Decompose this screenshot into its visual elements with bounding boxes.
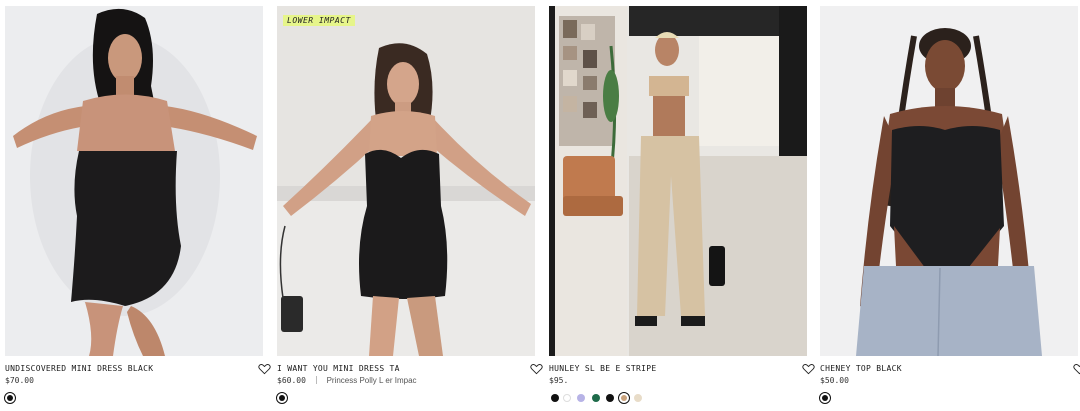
swatch-black[interactable] [551, 394, 559, 402]
swatch-selected[interactable] [4, 392, 16, 404]
product-name[interactable]: UNDISCOVERED MINI DRESS BLACK [5, 363, 245, 374]
product-info: CHENEY TOP BLACK $50.00 [820, 363, 1080, 386]
price-row: $60.00 Princess Polly L er Impac [277, 375, 535, 386]
swatch-white[interactable] [563, 394, 571, 402]
heart-outline-icon[interactable] [530, 363, 543, 375]
product-image[interactable] [549, 6, 807, 356]
swatch-selected[interactable] [618, 392, 630, 404]
product-card[interactable]: CHENEY TOP BLACK $50.00 [819, 6, 1080, 406]
product-image[interactable] [5, 6, 263, 356]
heart-outline-icon[interactable] [258, 363, 271, 375]
product-image[interactable]: LOWER IMPACT [277, 6, 535, 356]
product-tag: Princess Polly L er Impac [326, 376, 417, 385]
heart-outline-icon[interactable] [1073, 363, 1080, 375]
product-info: HUNLEY SL BE E STRIPE $95. [549, 363, 815, 386]
product-price: $70.00 [5, 376, 34, 385]
product-info: I WANT YOU MINI DRESS TA $60.00 Princess… [277, 363, 543, 386]
swatch-selected[interactable] [819, 392, 831, 404]
product-card[interactable]: LOWER IMPACT I WANT YOU MINI DRESS TA $6… [276, 6, 543, 406]
product-card[interactable]: HUNLEY SL BE E STRIPE $95. [549, 6, 815, 406]
product-name[interactable]: CHENEY TOP BLACK [820, 363, 1060, 374]
product-grid: UNDISCOVERED MINI DRESS BLACK $70.00 LOW… [0, 0, 1080, 411]
product-name[interactable]: HUNLEY SL BE E STRIPE [549, 363, 789, 374]
price-row: $50.00 [820, 375, 1078, 386]
price-row: $95. [549, 375, 807, 386]
product-info: UNDISCOVERED MINI DRESS BLACK $70.00 [5, 363, 271, 386]
divider [315, 376, 317, 384]
product-image[interactable] [820, 6, 1078, 356]
product-price: $50.00 [820, 376, 849, 385]
swatch-cream[interactable] [634, 394, 642, 402]
swatch-lilac[interactable] [577, 394, 585, 402]
swatch-black[interactable] [606, 394, 614, 402]
heart-outline-icon[interactable] [802, 363, 815, 375]
product-price: $60.00 [277, 376, 306, 385]
swatch-green[interactable] [592, 394, 600, 402]
price-row: $70.00 [5, 375, 263, 386]
product-card[interactable]: UNDISCOVERED MINI DRESS BLACK $70.00 [4, 6, 271, 406]
product-name[interactable]: I WANT YOU MINI DRESS TA [277, 363, 517, 374]
swatch-selected[interactable] [276, 392, 288, 404]
sustainability-badge: LOWER IMPACT [283, 15, 355, 26]
product-price: $95. [549, 376, 569, 385]
